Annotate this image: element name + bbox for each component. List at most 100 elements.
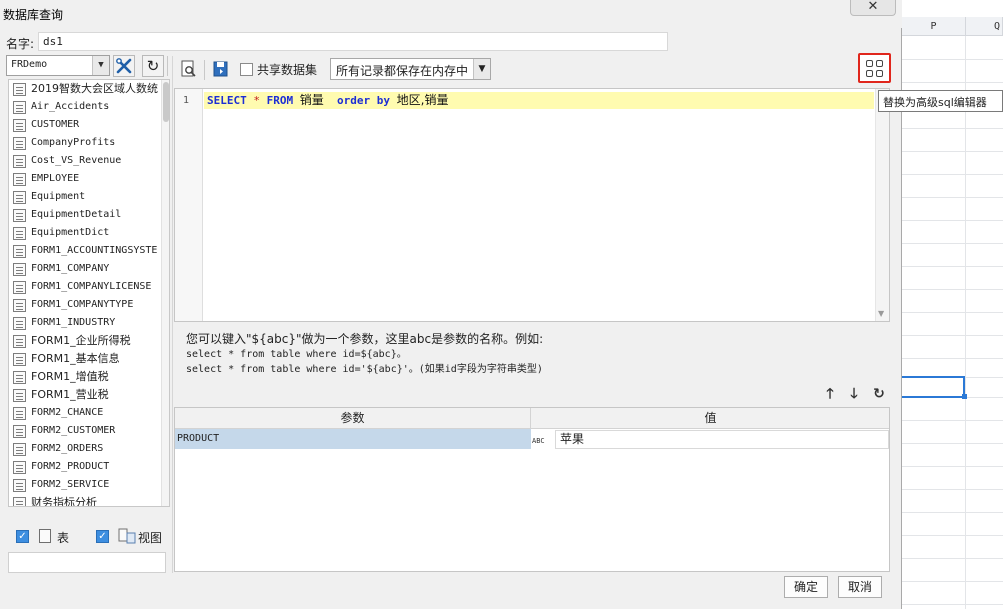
list-item[interactable]: FORM2_SERVICE <box>9 476 161 494</box>
edit-connection-button[interactable] <box>113 55 135 77</box>
list-item[interactable]: Air_Accidents <box>9 98 161 116</box>
preview-icon[interactable] <box>180 60 198 78</box>
table-name: FORM1_INDUSTRY <box>31 317 116 328</box>
refresh-icon: ↻ <box>873 386 885 402</box>
arrow-down-icon: 🡓 <box>850 386 858 402</box>
table-name: FORM1_基本信息 <box>31 352 120 365</box>
table-row[interactable]: PRODUCT ABC 苹果 <box>175 429 889 449</box>
list-item[interactable]: FORM1_增值税 <box>9 368 161 386</box>
sql-editor[interactable]: 1 SELECT * FROM 销量 order by 地区,销量 ▼ <box>174 88 890 322</box>
table-icon <box>13 119 26 132</box>
list-item[interactable]: FORM2_PRODUCT <box>9 458 161 476</box>
table-list[interactable]: 2019智数大会区域人数统 Air_Accidents CUSTOMER Compan… <box>8 79 170 507</box>
table-browser: FRDemo ▼ ↻ 2019智数大会区域人数统 Air_Accidents CUS… <box>4 54 170 573</box>
table-name: FORM2_CHANCE <box>31 407 104 418</box>
table-icon <box>13 317 26 330</box>
refresh-params-button[interactable]: ↻ <box>871 385 887 403</box>
table-icon <box>13 461 26 474</box>
table-filter-input[interactable] <box>8 552 166 573</box>
chevron-down-icon[interactable]: ▼ <box>473 59 490 79</box>
move-up-button[interactable]: 🡑 <box>822 385 838 403</box>
table-icon <box>39 529 51 543</box>
share-dataset-checkbox[interactable] <box>240 63 253 76</box>
table-name: FORM1_COMPANYTYPE <box>31 299 134 310</box>
show-tables-checkbox[interactable]: ✓ <box>16 530 29 543</box>
list-item[interactable]: EquipmentDetail <box>9 206 161 224</box>
table-name: 2019智数大会区域人数统 <box>31 82 158 95</box>
chevron-down-icon[interactable]: ▼ <box>92 56 109 75</box>
fill-handle[interactable] <box>962 394 967 399</box>
param-name-cell[interactable]: PRODUCT <box>175 429 531 449</box>
connection-value: FRDemo <box>11 59 48 70</box>
show-views-label: 视图 <box>138 531 163 545</box>
list-item[interactable]: FORM1_COMPANYLICENSE <box>9 278 161 296</box>
line-number: 1 <box>183 95 190 106</box>
hint-line-3: select * from table where id='${abc}'。(如… <box>186 364 543 375</box>
column-header-p[interactable]: P <box>902 17 966 36</box>
move-down-button[interactable]: 🡓 <box>846 385 862 403</box>
list-item[interactable]: FORM1_COMPANY <box>9 260 161 278</box>
list-item[interactable]: 财务指标分析 <box>9 494 161 506</box>
refresh-button[interactable]: ↻ <box>142 55 164 77</box>
sql-token: order <box>337 94 371 107</box>
table-list-scrollbar[interactable] <box>161 80 169 506</box>
table-icon <box>13 83 26 96</box>
table-name: FORM1_ACCOUNTINGSYSTE <box>31 245 158 256</box>
scroll-down-icon[interactable]: ▼ <box>878 309 884 318</box>
editor-scrollbar[interactable]: ▼ <box>875 89 889 321</box>
list-item[interactable]: EMPLOYEE <box>9 170 161 188</box>
list-item[interactable]: FORM2_ORDERS <box>9 440 161 458</box>
name-field[interactable]: ds1 <box>38 32 668 51</box>
connection-select[interactable]: FRDemo ▼ <box>6 55 110 76</box>
table-name: FORM2_CUSTOMER <box>31 425 116 436</box>
column-header-q[interactable]: Q <box>966 17 1003 36</box>
param-value-input[interactable]: 苹果 <box>555 430 889 449</box>
table-icon <box>13 443 26 456</box>
list-item[interactable]: CUSTOMER <box>9 116 161 134</box>
advanced-sql-editor-button[interactable] <box>858 53 891 83</box>
table-name: EquipmentDetail <box>31 209 122 220</box>
table-name: FORM1_增值税 <box>31 370 109 383</box>
save-query-icon[interactable] <box>212 60 230 78</box>
table-name: CUSTOMER <box>31 119 80 130</box>
param-type-button[interactable]: ABC <box>532 429 554 449</box>
cancel-button[interactable]: 取消 <box>838 576 882 598</box>
sql-token: 销量 <box>299 93 324 107</box>
table-name: Cost_VS_Revenue <box>31 155 122 166</box>
list-item[interactable]: FORM1_企业所得税 <box>9 332 161 350</box>
selected-cell[interactable] <box>899 376 965 398</box>
list-item[interactable]: Cost_VS_Revenue <box>9 152 161 170</box>
table-icon <box>13 101 26 114</box>
table-name: FORM1_COMPANYLICENSE <box>31 281 152 292</box>
view-icon <box>118 528 136 544</box>
scrollbar-thumb[interactable] <box>163 82 169 122</box>
list-item[interactable]: 2019智数大会区域人数统 <box>9 80 161 98</box>
close-button[interactable]: ✕ <box>850 0 896 16</box>
list-item[interactable]: FORM1_INDUSTRY <box>9 314 161 332</box>
list-item[interactable]: EquipmentDict <box>9 224 161 242</box>
list-item[interactable]: CompanyProfits <box>9 134 161 152</box>
line-gutter: 1 <box>175 89 203 321</box>
list-item[interactable]: FORM1_ACCOUNTINGSYSTE <box>9 242 161 260</box>
list-item[interactable]: FORM2_CHANCE <box>9 404 161 422</box>
table-name: EMPLOYEE <box>31 173 80 184</box>
type-abc-icon: ABC <box>532 437 545 445</box>
list-item[interactable]: FORM1_基本信息 <box>9 350 161 368</box>
sql-token: SELECT <box>207 94 247 107</box>
list-item[interactable]: Equipment <box>9 188 161 206</box>
ok-button[interactable]: 确定 <box>784 576 828 598</box>
list-item[interactable]: FORM1_营业税 <box>9 386 161 404</box>
table-list-items: 2019智数大会区域人数统 Air_Accidents CUSTOMER Compan… <box>9 80 169 506</box>
list-item[interactable]: FORM1_COMPANYTYPE <box>9 296 161 314</box>
table-icon <box>13 155 26 168</box>
show-views-checkbox[interactable]: ✓ <box>96 530 109 543</box>
table-icon <box>13 209 26 222</box>
parameter-table: 参数 值 PRODUCT ABC 苹果 <box>174 407 890 572</box>
table-name: FORM2_SERVICE <box>31 479 110 490</box>
list-item[interactable]: FORM2_CUSTOMER <box>9 422 161 440</box>
hint-line-1: 您可以键入"${abc}"做为一个参数，这里abc是参数的名称。例如: <box>186 332 544 346</box>
memory-mode-select[interactable]: 所有记录都保存在内存中 ▼ <box>330 58 491 80</box>
table-icon <box>13 173 26 186</box>
sql-code-line[interactable]: SELECT * FROM 销量 order by 地区,销量 <box>204 92 874 109</box>
